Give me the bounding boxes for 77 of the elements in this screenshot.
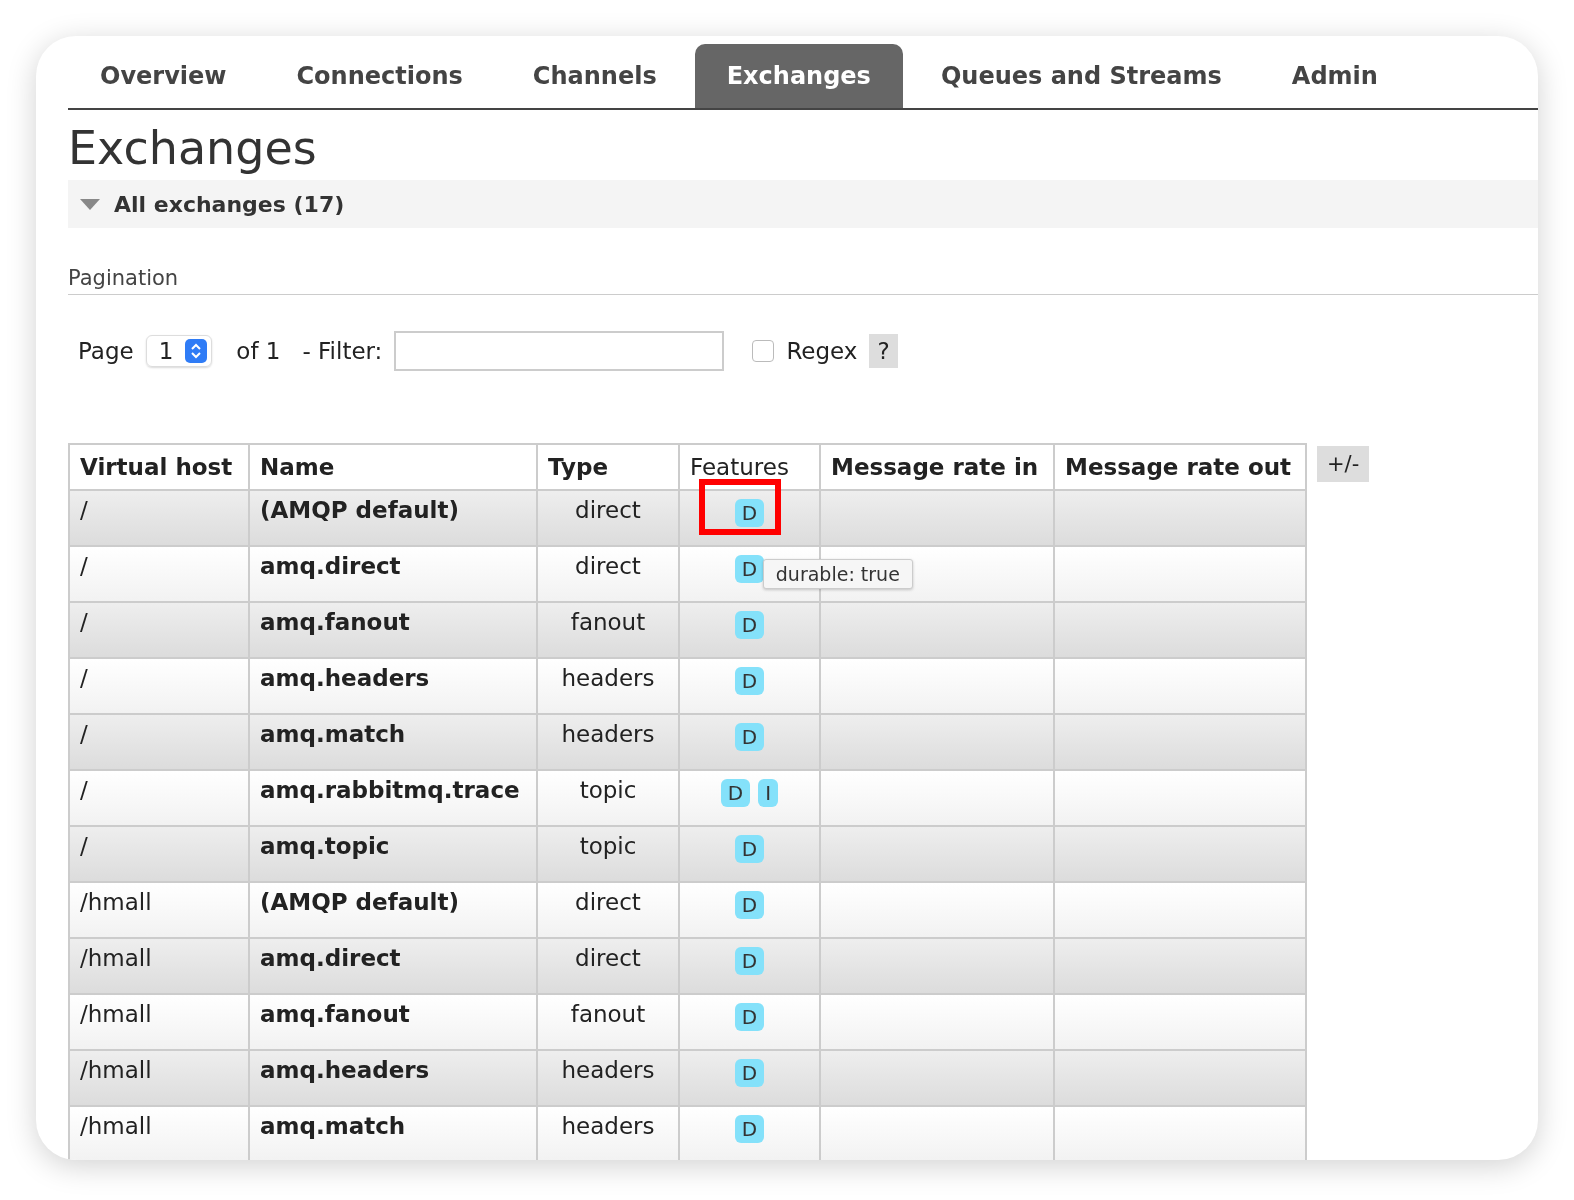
feature-badge: D	[734, 723, 765, 751]
page-title: Exchanges	[68, 120, 318, 176]
page-count: of 1	[236, 338, 281, 364]
table-cell: fanout	[537, 602, 679, 658]
exchange-link[interactable]: amq.fanout	[249, 994, 537, 1050]
triangle-icon	[80, 198, 100, 210]
page-label: Page	[78, 338, 134, 364]
table-cell: direct	[537, 490, 679, 546]
help-button[interactable]: ?	[869, 334, 898, 368]
regex-checkbox[interactable]	[752, 340, 775, 362]
table-cell: /hmall	[69, 1106, 249, 1160]
exchange-link[interactable]: amq.rabbitmq.trace	[249, 770, 537, 826]
column-header: Type	[537, 444, 679, 490]
feature-badge: D	[734, 611, 765, 639]
feature-badge: D	[734, 891, 765, 919]
feature-badge: D	[734, 1003, 765, 1031]
exchange-link[interactable]: amq.headers	[249, 1050, 537, 1106]
table-cell: direct	[537, 546, 679, 602]
exchange-link[interactable]: (AMQP default)	[249, 490, 537, 546]
table-cell: headers	[537, 658, 679, 714]
feature-badge: D	[734, 835, 765, 863]
page-select[interactable]: 1	[145, 335, 213, 367]
feature-badge: D	[734, 947, 765, 975]
feature-badge: D	[720, 779, 751, 807]
table-cell: headers	[537, 1050, 679, 1106]
tooltip: durable: true	[762, 559, 913, 589]
table-cell: direct	[537, 882, 679, 938]
table-cell: /	[69, 770, 249, 826]
section-header[interactable]: All exchanges (17)	[68, 180, 1538, 228]
pagination-heading: Pagination	[68, 266, 1538, 295]
table-cell: headers	[537, 714, 679, 770]
feature-badge: D	[734, 499, 765, 527]
table-cell: /	[69, 826, 249, 882]
column-header: Name	[249, 444, 537, 490]
exchange-link[interactable]: amq.direct	[249, 938, 537, 994]
table-cell: topic	[537, 770, 679, 826]
feature-badge: I	[758, 779, 779, 807]
nav-tab[interactable]: Connections	[264, 44, 495, 108]
table-cell: /hmall	[69, 938, 249, 994]
table-cell: /	[69, 490, 249, 546]
table-cell: headers	[537, 1106, 679, 1160]
table-cell: /	[69, 658, 249, 714]
feature-badge: D	[734, 555, 765, 583]
exchange-link[interactable]: amq.match	[249, 1106, 537, 1160]
exchange-link[interactable]: (AMQP default)	[249, 882, 537, 938]
exchange-link[interactable]: amq.direct	[249, 546, 537, 602]
table-cell: /	[69, 602, 249, 658]
nav-tab[interactable]: Admin	[1259, 44, 1410, 108]
filter-field[interactable]	[394, 331, 725, 371]
table-cell: /	[69, 714, 249, 770]
table-cell: /	[69, 546, 249, 602]
nav-tab[interactable]: Overview	[68, 44, 259, 108]
columns-toggle-button[interactable]: +/-	[1317, 446, 1370, 482]
regex-label: Regex	[786, 338, 858, 364]
nav-tab[interactable]: Channels	[500, 44, 689, 108]
exchange-link[interactable]: amq.fanout	[249, 602, 537, 658]
section-title: All exchanges (17)	[114, 191, 345, 217]
exchange-link[interactable]: amq.headers	[249, 658, 537, 714]
feature-badge: D	[734, 1059, 765, 1087]
table-cell: fanout	[537, 994, 679, 1050]
column-header: Features	[679, 444, 820, 490]
nav-tab[interactable]: Exchanges	[694, 44, 903, 108]
feature-badge: D	[734, 667, 765, 695]
filter-label: - Filter:	[302, 338, 383, 364]
column-header: Message rate in	[820, 444, 1054, 490]
stepper-icon	[185, 339, 208, 363]
feature-badge: D	[734, 1115, 765, 1143]
table-cell: direct	[537, 938, 679, 994]
exchange-link[interactable]: amq.match	[249, 714, 537, 770]
exchange-link[interactable]: amq.topic	[249, 826, 537, 882]
table-cell: /hmall	[69, 882, 249, 938]
column-header: Message rate out	[1054, 444, 1306, 490]
column-header: Virtual host	[69, 444, 249, 490]
table-cell: topic	[537, 826, 679, 882]
nav-tab[interactable]: Queues and Streams	[908, 44, 1254, 108]
table-cell: /hmall	[69, 994, 249, 1050]
table-cell: /hmall	[69, 1050, 249, 1106]
